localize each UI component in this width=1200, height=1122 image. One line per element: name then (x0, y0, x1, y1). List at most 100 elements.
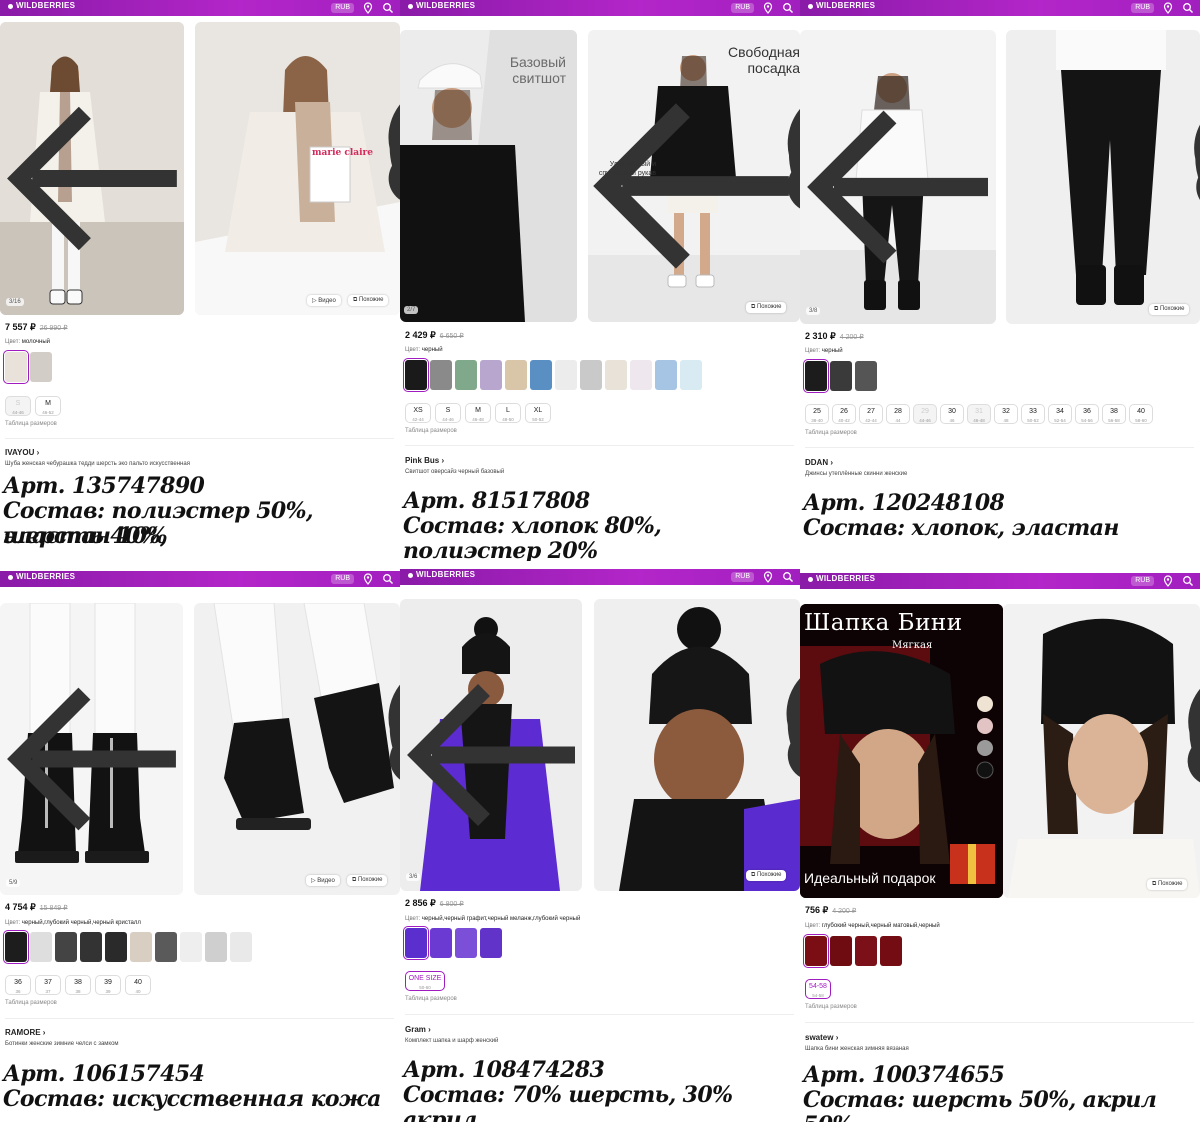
favorite-heart-icon[interactable] (382, 613, 400, 895)
size-option[interactable]: S 44-46 (435, 403, 461, 423)
product-photo-main[interactable]: 3/8 (800, 30, 996, 324)
color-thumb[interactable] (55, 932, 77, 962)
size-option[interactable]: 38 56-58 (1102, 404, 1126, 424)
location-icon[interactable] (1162, 575, 1174, 587)
size-option[interactable]: XL 50-52 (525, 403, 551, 423)
search-icon[interactable] (1182, 575, 1194, 587)
size-option[interactable]: ONE SIZE 50-60 (405, 971, 445, 991)
size-option[interactable]: 37 37 (35, 975, 61, 995)
search-icon[interactable] (782, 571, 794, 583)
wildberries-logo[interactable]: WILDBERRIES (807, 574, 875, 583)
product-photo-second[interactable]: marie claire ▷ Видео ⧉ Похожие (195, 22, 400, 315)
wildberries-logo[interactable]: WILDBERRIES (407, 1, 475, 10)
color-thumb[interactable] (430, 928, 452, 958)
favorite-heart-icon[interactable] (1182, 614, 1200, 898)
color-thumb[interactable] (180, 932, 202, 962)
location-icon[interactable] (1162, 2, 1174, 14)
size-option[interactable]: M 46-52 (35, 396, 61, 416)
brand-link[interactable]: Pink Bus › (405, 456, 444, 465)
product-photo-second[interactable]: ▷ Видео ⧉ Похожие (194, 603, 400, 895)
search-icon[interactable] (382, 2, 394, 14)
brand-link[interactable]: RAMORE › (5, 1028, 45, 1037)
color-thumb[interactable] (3, 350, 29, 384)
size-option[interactable]: 28 44 (886, 404, 910, 424)
size-option[interactable]: 33 50-52 (1021, 404, 1045, 424)
similar-button[interactable]: ⧉ Похожие (347, 875, 388, 886)
wildberries-logo[interactable]: WILDBERRIES (807, 1, 875, 10)
size-option[interactable]: 40 40 (125, 975, 151, 995)
wildberries-logo[interactable]: WILDBERRIES (7, 572, 75, 581)
color-thumb[interactable] (530, 360, 552, 390)
color-thumb[interactable] (30, 932, 52, 962)
location-icon[interactable] (762, 571, 774, 583)
size-option[interactable]: 54-58 54-58 (805, 979, 831, 999)
currency-selector[interactable]: RUB (1131, 3, 1154, 13)
size-option[interactable]: 25 38-40 (805, 404, 829, 424)
back-arrow-icon[interactable] (806, 40, 996, 324)
product-photo-main[interactable]: 5/9 (0, 603, 183, 895)
size-table-link[interactable]: Таблица размеров (405, 428, 457, 434)
size-option[interactable]: 32 48 (994, 404, 1018, 424)
color-thumb[interactable] (855, 936, 877, 966)
currency-selector[interactable]: RUB (331, 574, 354, 584)
wildberries-logo[interactable]: WILDBERRIES (7, 1, 75, 10)
color-thumb[interactable] (803, 359, 829, 393)
color-thumb[interactable] (480, 928, 502, 958)
color-thumb[interactable] (680, 360, 702, 390)
back-arrow-icon[interactable] (6, 32, 184, 315)
product-photo-second[interactable]: ⧉ Похожие (594, 599, 800, 891)
favorite-heart-icon[interactable] (1188, 40, 1200, 324)
size-option[interactable]: 31 46-48 (967, 404, 991, 424)
color-thumb[interactable] (555, 360, 577, 390)
color-thumb[interactable] (105, 932, 127, 962)
color-thumb[interactable] (830, 936, 852, 966)
color-thumb[interactable] (605, 360, 627, 390)
location-icon[interactable] (362, 573, 374, 585)
color-thumb[interactable] (205, 932, 227, 962)
size-option[interactable]: 36 36 (5, 975, 31, 995)
size-option[interactable]: L 48-50 (495, 403, 521, 423)
search-icon[interactable] (782, 2, 794, 14)
favorite-heart-icon[interactable] (781, 40, 800, 322)
size-option[interactable]: 39 39 (95, 975, 121, 995)
currency-selector[interactable]: RUB (331, 3, 354, 13)
size-option[interactable]: 27 42-44 (859, 404, 883, 424)
color-thumb[interactable] (505, 360, 527, 390)
color-thumb[interactable] (803, 934, 829, 968)
currency-selector[interactable]: RUB (1131, 576, 1154, 586)
size-option[interactable]: XS 42-44 (405, 403, 431, 423)
size-table-link[interactable]: Таблица размеров (5, 421, 57, 427)
color-thumb[interactable] (3, 930, 29, 964)
currency-selector[interactable]: RUB (731, 572, 754, 582)
brand-link[interactable]: Gram › (405, 1025, 431, 1034)
product-photo-main[interactable]: 3/6 (400, 599, 582, 891)
size-option[interactable]: 38 38 (65, 975, 91, 995)
brand-link[interactable]: IVAYOU › (5, 448, 39, 457)
product-photo-main[interactable]: Шапка Бини Мягкая Идеальный подарок (800, 604, 1003, 898)
similar-button[interactable]: ⧉ Похожие (746, 870, 787, 881)
size-option[interactable]: 34 52-54 (1048, 404, 1072, 424)
similar-button[interactable]: ⧉ Похожие (746, 302, 787, 313)
back-arrow-icon[interactable] (6, 613, 183, 895)
size-option[interactable]: S 44-46 (5, 396, 31, 416)
color-thumb[interactable] (80, 932, 102, 962)
location-icon[interactable] (362, 2, 374, 14)
color-thumb[interactable] (30, 352, 52, 382)
color-thumb[interactable] (480, 360, 502, 390)
wildberries-logo[interactable]: WILDBERRIES (407, 570, 475, 579)
similar-button[interactable]: ⧉ Похожие (348, 295, 389, 306)
color-thumb[interactable] (130, 932, 152, 962)
color-thumb[interactable] (880, 936, 902, 966)
product-photo-main[interactable]: 3/16 (0, 22, 184, 315)
size-table-link[interactable]: Таблица размеров (805, 430, 857, 436)
size-option[interactable]: 36 54-56 (1075, 404, 1099, 424)
color-thumb[interactable] (155, 932, 177, 962)
color-thumb[interactable] (230, 932, 252, 962)
search-icon[interactable] (382, 573, 394, 585)
color-thumb[interactable] (430, 360, 452, 390)
favorite-heart-icon[interactable] (780, 609, 800, 891)
size-table-link[interactable]: Таблица размеров (805, 1004, 857, 1010)
brand-link[interactable]: swatew › (805, 1033, 838, 1042)
color-thumb[interactable] (455, 928, 477, 958)
similar-button[interactable]: ⧉ Похожие (1149, 304, 1190, 315)
